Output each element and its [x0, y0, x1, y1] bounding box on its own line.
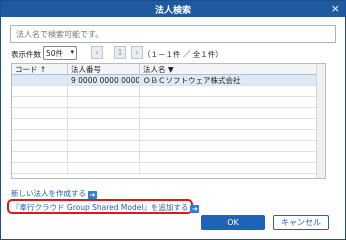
next-page-button[interactable]: › — [131, 46, 143, 59]
table-cell — [68, 108, 140, 119]
table-cell — [68, 119, 140, 130]
scrollbar[interactable] — [316, 64, 325, 178]
table-row[interactable]: 9 0000 0000 0000 ＯＢＣソフトウェア株式会社 — [12, 75, 325, 86]
table-cell — [12, 152, 68, 163]
table-cell — [140, 97, 318, 108]
table-cell — [68, 141, 140, 152]
table-cell — [12, 163, 68, 174]
table-cell — [12, 141, 68, 152]
column-header-code[interactable]: コード ↑ — [12, 64, 68, 75]
table-cell: ＯＢＣソフトウェア株式会社 — [143, 76, 241, 85]
dialog-title: 法人検索 — [154, 6, 191, 16]
table-cell — [12, 75, 68, 86]
table-row[interactable] — [12, 152, 325, 163]
table-row[interactable] — [12, 86, 325, 97]
table-cell — [12, 130, 68, 141]
table-header: コード ↑ 法人番号 法人名 ▼ — [12, 64, 325, 75]
title-bar: 法人検索 × — [1, 1, 345, 17]
table-row[interactable] — [12, 108, 325, 119]
corporate-search-dialog: 法人検索 × 表示件数 50件 ▾ ‹ 1 › （１－１件 ／ 全１件） コード… — [0, 0, 346, 240]
prev-page-button[interactable]: ‹ — [91, 46, 103, 59]
table-cell — [68, 97, 140, 108]
table-cell — [140, 108, 318, 119]
table-row[interactable] — [12, 97, 325, 108]
page-size-value: 50件 — [46, 49, 64, 58]
table-cell — [68, 163, 140, 174]
table-cell — [12, 97, 68, 108]
create-corporation-label: 新しい法人を作成する — [11, 189, 86, 198]
add-shared-model-label: 『奉行クラウド Group Shared Model』を追加する — [12, 203, 189, 212]
page-size-select[interactable]: 50件 ▾ — [43, 46, 77, 60]
table-cell — [12, 108, 68, 119]
table-cell — [140, 152, 318, 163]
table-cell — [68, 86, 140, 97]
table-row[interactable] — [12, 141, 325, 152]
table-row[interactable] — [12, 119, 325, 130]
table-cell: 9 0000 0000 0000 — [68, 75, 140, 86]
table-cell — [140, 86, 318, 97]
table-row[interactable] — [12, 130, 325, 141]
close-icon[interactable]: × — [331, 2, 340, 15]
column-header-name[interactable]: 法人名 ▼ — [140, 64, 318, 75]
table-cell — [140, 163, 318, 174]
current-page: 1 — [114, 46, 126, 59]
arrow-right-icon: ➜ — [88, 191, 97, 199]
paging-info: （１－１件 ／ 全１件） — [143, 50, 223, 59]
page-size-label: 表示件数 — [11, 50, 41, 59]
add-shared-model-link[interactable]: 『奉行クラウド Group Shared Model』を追加する ➜ — [12, 202, 200, 213]
table-cell — [140, 141, 318, 152]
chevron-down-icon: ▾ — [70, 48, 74, 56]
column-header-number[interactable]: 法人番号 — [68, 64, 140, 75]
table-cell — [140, 130, 318, 141]
table-cell — [12, 119, 68, 130]
cancel-button[interactable]: キャンセル — [273, 215, 329, 230]
table-cell — [68, 130, 140, 141]
ok-button[interactable]: OK — [201, 215, 265, 230]
search-input[interactable] — [10, 25, 336, 43]
arrow-right-icon: ➜ — [190, 205, 200, 213]
table-cell — [68, 152, 140, 163]
results-table: コード ↑ 法人番号 法人名 ▼ 9 0000 0000 0000 ＯＢＣソフトウ… — [11, 63, 326, 179]
table-cell — [12, 86, 68, 97]
table-row[interactable] — [12, 163, 325, 174]
table-cell — [140, 119, 318, 130]
create-corporation-link[interactable]: 新しい法人を作成する ➜ — [11, 188, 97, 199]
